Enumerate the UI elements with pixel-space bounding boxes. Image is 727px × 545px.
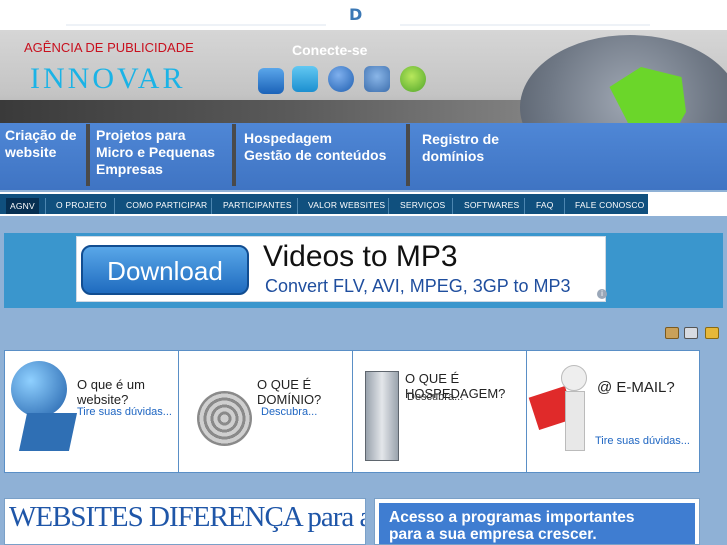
card-title: @ E-MAIL? xyxy=(597,379,675,396)
programs-line: Acesso a programas importantes xyxy=(389,509,635,526)
spiral-icon xyxy=(197,391,252,446)
menu-separator xyxy=(114,198,115,214)
card-hosting[interactable]: O QUE É HOSPEDAGEM? Descubra... xyxy=(353,351,527,472)
card-title: O QUE É DOMÍNIO? xyxy=(257,377,322,407)
card-email[interactable]: @ E-MAIL? Tire suas dúvidas... xyxy=(527,351,701,472)
card-website[interactable]: O que é um website? Tire suas dúvidas... xyxy=(5,351,179,472)
globe-icon xyxy=(11,361,67,417)
divider xyxy=(400,24,650,26)
print-icon[interactable] xyxy=(684,327,698,339)
download-button[interactable]: Download xyxy=(81,245,249,295)
nav-button-hosting[interactable]: Hospedagem Gestão de conteúdos xyxy=(244,130,386,164)
card-domain[interactable]: O QUE É DOMÍNIO? Descubra... xyxy=(179,351,353,472)
nav-line: Projetos para xyxy=(96,127,186,143)
menu-item-projeto[interactable]: O PROJETO xyxy=(56,200,107,210)
ad-title: Videos to MP3 xyxy=(263,240,458,273)
nav-line: Micro e Pequenas xyxy=(96,144,216,160)
menu-item-servicos[interactable]: SERVIÇOS xyxy=(400,200,445,210)
card-link[interactable]: Descubra... xyxy=(407,391,463,403)
twitter-icon[interactable] xyxy=(292,66,318,92)
top-letter: D xyxy=(349,5,363,24)
websites-banner[interactable]: WEBSITES DIFERENÇA para a sua EMPRESA xyxy=(4,498,366,545)
nav-line: Registro de xyxy=(422,131,500,147)
menu-separator xyxy=(564,198,565,214)
site-logo[interactable]: INNOVAR xyxy=(30,62,185,96)
nav-separator xyxy=(232,124,236,186)
nav-line: Empresas xyxy=(96,161,163,177)
menu-separator xyxy=(45,198,46,214)
www-icon xyxy=(18,413,78,451)
nav-line: website xyxy=(5,144,57,160)
menu-item-valor-websites[interactable]: VALOR WEBSITES xyxy=(308,200,385,210)
card-title: O que é um website? xyxy=(77,377,145,407)
programs-text: Acesso a programas importantes para a su… xyxy=(389,509,635,543)
programs-line: para a sua empresa crescer. xyxy=(389,526,597,543)
menu-separator xyxy=(297,198,298,214)
nav-separator xyxy=(406,124,410,186)
nav-line: domínios xyxy=(422,148,485,164)
server-icon xyxy=(365,371,399,461)
users-icon[interactable] xyxy=(364,66,390,92)
nav-button-website[interactable]: Criação de website xyxy=(5,127,77,161)
facebook-icon[interactable] xyxy=(328,66,354,92)
agency-label: AGÊNCIA DE PUBLICIDADE xyxy=(24,40,194,55)
menu-item-faq[interactable]: FAQ xyxy=(536,200,554,210)
menu-item-participantes[interactable]: PARTICIPANTES xyxy=(223,200,292,210)
top-strip: D xyxy=(0,0,727,30)
email-icon[interactable] xyxy=(665,327,679,339)
divider xyxy=(66,24,326,26)
nav-separator xyxy=(86,124,90,186)
download-label: Download xyxy=(107,256,223,286)
programs-panel: Acesso a programas importantes para a su… xyxy=(379,503,695,544)
connect-label: Conecte-se xyxy=(292,42,368,58)
menu-item-fale-conosco[interactable]: FALE CONOSCO xyxy=(575,200,644,210)
skype-icon[interactable] xyxy=(400,66,426,92)
nav-line: Gestão de conteúdos xyxy=(244,147,387,163)
info-icon[interactable]: i xyxy=(597,289,607,299)
menu-separator xyxy=(388,198,389,214)
nav-line: Criação de xyxy=(5,127,77,143)
banner-text: WEBSITES DIFERENÇA para a sua EMPRESA xyxy=(9,501,365,533)
card-link[interactable]: Tire suas dúvidas... xyxy=(595,435,690,447)
programs-banner[interactable]: Acesso a programas importantes para a su… xyxy=(374,498,700,545)
card-link[interactable]: Tire suas dúvidas... xyxy=(77,406,172,418)
person-body xyxy=(565,391,585,451)
logo-text: INNOVAR xyxy=(30,62,186,95)
nav-line: Hospedagem xyxy=(244,130,332,146)
menu-separator xyxy=(211,198,212,214)
nav-button-domains[interactable]: Registro de domínios xyxy=(422,131,499,165)
card-link[interactable]: Descubra... xyxy=(261,406,317,418)
info-cards: O que é um website? Tire suas dúvidas...… xyxy=(4,350,700,473)
main-menu: AGNV O PROJETO COMO PARTICIPAR PARTICIPA… xyxy=(0,192,727,216)
ad-subtitle: Convert FLV, AVI, MPEG, 3GP to MP3 xyxy=(265,276,571,296)
person-icon xyxy=(561,365,587,391)
menu-item-como-participar[interactable]: COMO PARTICIPAR xyxy=(126,200,207,210)
menu-bar: AGNV O PROJETO COMO PARTICIPAR PARTICIPA… xyxy=(0,194,648,214)
menu-item-agnv[interactable]: AGNV xyxy=(6,198,39,214)
menu-separator xyxy=(452,198,453,214)
folder-icon[interactable] xyxy=(705,327,719,339)
menu-separator xyxy=(524,198,525,214)
windows-live-icon[interactable] xyxy=(258,68,284,94)
menu-item-softwares[interactable]: SOFTWARES xyxy=(464,200,519,210)
nav-button-projects[interactable]: Projetos para Micro e Pequenas Empresas xyxy=(96,127,215,178)
ad-banner[interactable]: Download Videos to MP3 Convert FLV, AVI,… xyxy=(76,236,607,302)
